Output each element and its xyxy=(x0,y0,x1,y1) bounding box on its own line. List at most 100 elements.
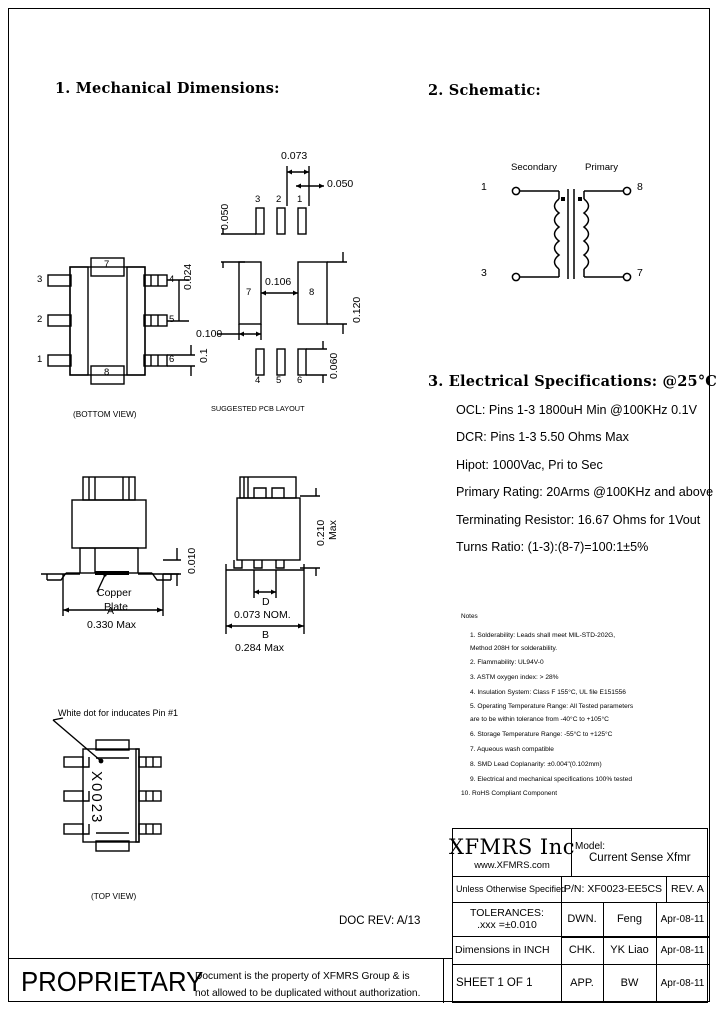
pcb-pin-5: 5 xyxy=(276,375,282,386)
title-block-date-chk: Apr-08-11 xyxy=(656,936,709,964)
role-app: APP. xyxy=(570,977,594,989)
top-view-caption: (TOP VIEW) xyxy=(91,892,137,901)
title-block-name-app: BW xyxy=(603,964,656,1002)
pcb-dim-gap: 0.106 xyxy=(265,276,292,288)
pcb-dim-pad-width: 0.050 xyxy=(327,178,354,190)
datasheet-page: 1. Mechanical Dimensions: 3 2 1 4 5 6 7 … xyxy=(8,8,717,1003)
spec-item-dcr: DCR: Pins 1-3 5.50 Ohms Max xyxy=(456,430,629,445)
title-block-tolerances: TOLERANCES: .xxx =±0.010 xyxy=(453,902,561,936)
bottom-view-pin-8: 8 xyxy=(104,367,110,378)
note-item-1b: Method 208H for solderability. xyxy=(470,644,558,652)
title-block-rev: REV. A xyxy=(666,876,709,902)
bottom-view-caption: (BOTTOM VIEW) xyxy=(73,410,137,419)
pcb-pad-8: 8 xyxy=(309,287,315,298)
note-item-4: 4. Insulation System: Class F 155°C, UL … xyxy=(470,688,626,696)
bottom-view-pin-6: 6 xyxy=(169,354,175,365)
pcb-dim-left-horiz: 0.100 xyxy=(196,328,223,340)
spec-item-turns-ratio: Turns Ratio: (1-3):(8-7)=100:1±5% xyxy=(456,539,649,554)
side-a-dim-height: 0.010 xyxy=(186,547,198,574)
bottom-view-pin-4: 4 xyxy=(169,274,175,285)
side-b-dim-d-value: 0.073 NOM. xyxy=(234,609,291,621)
note-item-10: 10. RoHS Compliant Component xyxy=(461,790,558,797)
schematic-pin-7: 7 xyxy=(637,267,643,279)
dimensions-units: Dimensions in INCH xyxy=(455,944,550,956)
schematic-secondary-label: Secondary xyxy=(511,162,557,173)
note-item-8: 8. SMD Lead Coplanarity: ±0.004"(0.102mm… xyxy=(470,760,602,768)
title-block-date-app: Apr-08-11 xyxy=(656,964,709,1002)
notes-list: 1. Solderability: Leads shall meet MIL-S… xyxy=(461,630,633,801)
name-chk: YK Liao xyxy=(610,944,649,956)
part-number: P/N: XF0023-EE5CS xyxy=(564,883,663,895)
side-b-dim-letter-b: B xyxy=(262,629,270,641)
top-view-marking: X0023 xyxy=(88,771,105,825)
title-block-role-chk: CHK. xyxy=(561,936,603,964)
pcb-dim-left-vert: 0.050 xyxy=(219,203,231,230)
note-item-7: 7. Aqueous wash compatible xyxy=(470,745,554,753)
section-schematic-title: 2. Schematic: xyxy=(428,82,541,99)
title-block-role-dwn: DWN. xyxy=(561,902,603,936)
proprietary-line1: Document is the property of XFMRS Group … xyxy=(195,971,410,982)
title-block-unless: Unless Otherwise Specified xyxy=(453,876,566,902)
pcb-dim-top: 0.073 xyxy=(281,150,308,162)
company-name: XFMRS Inc xyxy=(449,835,575,859)
company-website: www.XFMRS.com xyxy=(474,859,550,870)
side-a-dim-letter: A xyxy=(107,605,115,617)
tolerances-line1: TOLERANCES: xyxy=(470,907,544,919)
name-app: BW xyxy=(620,977,639,989)
bottom-view-pin-7: 7 xyxy=(104,259,110,270)
pcb-pin-2: 2 xyxy=(276,194,282,205)
title-block-role-app: APP. xyxy=(561,964,603,1002)
top-view-drawing: X0023 xyxy=(39,709,219,889)
note-item-9: 9. Electrical and mechanical specificati… xyxy=(470,775,633,783)
pcb-pad-7: 7 xyxy=(246,287,252,298)
pcb-dim-right-vert: 0.120 xyxy=(351,296,363,323)
pcb-pin-6: 6 xyxy=(297,375,303,386)
side-a-dim-value: 0.330 Max xyxy=(87,619,137,631)
proprietary-footer: PROPRIETARY Document is the property of … xyxy=(19,966,451,1011)
bottom-view-pin-2: 2 xyxy=(37,314,43,325)
bottom-view-pin-5: 5 xyxy=(169,314,175,325)
schematic-drawing: 1 3 8 7 Secondary Primary xyxy=(481,159,669,299)
note-item-5b: are to be within tolerance from -40°C to… xyxy=(470,716,609,723)
title-block-model: Model: Current Sense Xfmr xyxy=(571,829,709,876)
role-dwn: DWN. xyxy=(567,913,597,925)
proprietary-line2: not allowed to be duplicated without aut… xyxy=(195,988,421,999)
title-block-units: Dimensions in INCH xyxy=(453,936,561,964)
bottom-view-dim-lead-width: 0.024 xyxy=(182,263,194,290)
schematic-pin-3: 3 xyxy=(481,267,487,279)
role-chk: CHK. xyxy=(568,944,596,956)
proprietary-word: PROPRIETARY xyxy=(21,966,204,997)
spec-item-terminating-resistor: Terminating Resistor: 16.67 Ohms for 1Vo… xyxy=(456,512,701,527)
title-block-sheet: SHEET 1 OF 1 xyxy=(453,964,561,1002)
side-view-a-drawing: 0.010 Copper Plate Copper Plate A 0.330 … xyxy=(39,474,219,634)
title-block: XFMRS Inc www.XFMRS.com Model: Current S… xyxy=(449,828,709,1003)
notes-heading: Notes xyxy=(461,613,478,620)
date-chk: Apr-08-11 xyxy=(660,944,705,956)
sheet-label: SHEET 1 OF 1 xyxy=(456,977,533,989)
pcb-layout-caption: SUGGESTED PCB LAYOUT xyxy=(211,404,305,413)
model-value: Current Sense Xfmr xyxy=(589,852,691,864)
note-item-6: 6. Storage Temperature Range: -55°C to +… xyxy=(470,730,613,738)
name-dwn: Feng xyxy=(616,913,643,925)
model-label: Model: xyxy=(575,841,606,852)
pcb-pin-1: 1 xyxy=(297,194,303,205)
unless-specified-label: Unless Otherwise Specified xyxy=(456,884,567,894)
side-b-dim-b-value: 0.284 Max xyxy=(235,642,285,654)
title-block-date-dwn: Apr-08-11 xyxy=(656,902,709,936)
date-dwn: Apr-08-11 xyxy=(660,913,705,925)
bottom-view-pin-1: 1 xyxy=(37,354,43,365)
schematic-pin-8: 8 xyxy=(637,181,643,193)
title-block-name-dwn: Feng xyxy=(603,902,656,936)
doc-rev: DOC REV: A/13 xyxy=(339,915,421,927)
spec-item-hipot: Hipot: 1000Vac, Pri to Sec xyxy=(456,457,603,472)
title-block-pn: P/N: XF0023-EE5CS xyxy=(561,876,666,902)
copper-plate-label-line1: Copper xyxy=(97,587,132,599)
schematic-primary-label: Primary xyxy=(585,162,619,173)
electrical-specs-list: OCL: Pins 1-3 1800uH Min @100KHz 0.1V DC… xyxy=(456,403,713,554)
note-item-1: 1. Solderability: Leads shall meet MIL-S… xyxy=(470,632,616,639)
title-block-brand: XFMRS Inc www.XFMRS.com xyxy=(449,829,574,876)
pcb-pin-3: 3 xyxy=(255,194,261,205)
section-mechanical-title: 1. Mechanical Dimensions: xyxy=(55,80,280,97)
bottom-view-drawing: 3 2 1 4 5 6 7 8 0.024 0.1 xyxy=(37,257,218,432)
note-item-2: 2. Flammability: UL94V-0 xyxy=(470,658,544,666)
